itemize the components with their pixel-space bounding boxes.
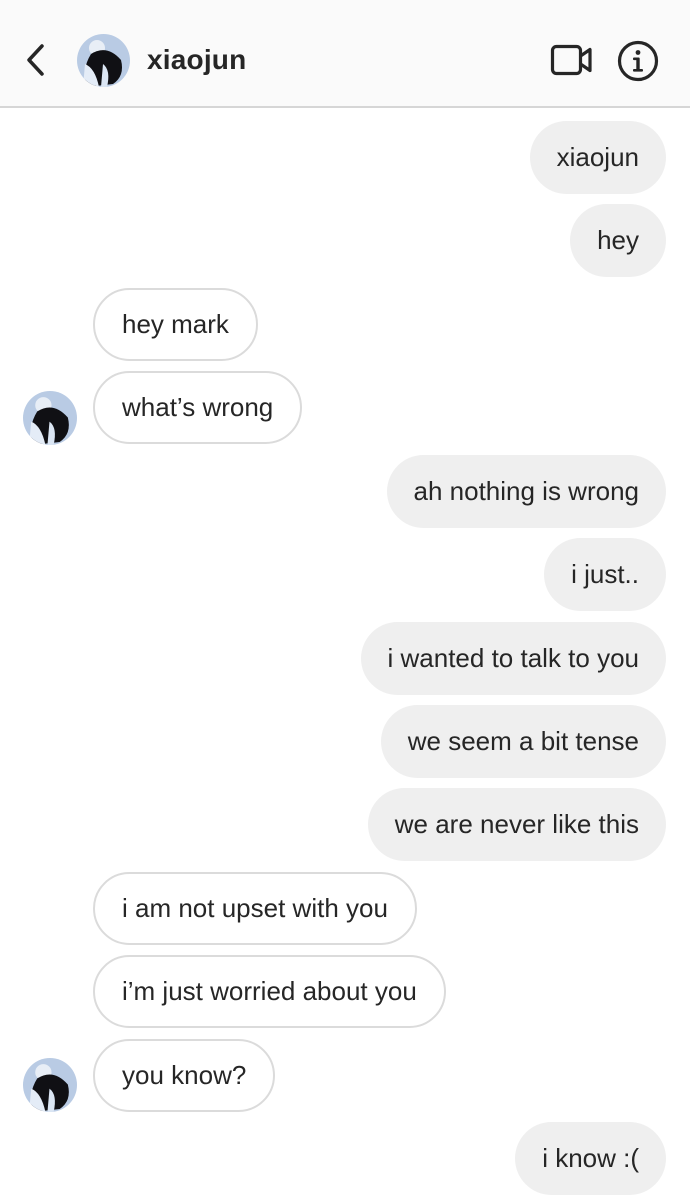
- avatar-photo: [77, 34, 130, 87]
- avatar-photo: [23, 1058, 77, 1112]
- message-bubble-incoming[interactable]: what’s wrong: [93, 371, 303, 444]
- message-bubble-outgoing[interactable]: i just..: [544, 538, 666, 611]
- message-bubble-incoming[interactable]: you know?: [93, 1039, 276, 1112]
- message-bubble-incoming[interactable]: i am not upset with you: [93, 872, 417, 945]
- message-bubble-outgoing[interactable]: ah nothing is wrong: [386, 455, 666, 528]
- message-thread[interactable]: xiaojun hey hey mark what’s wrong ah not…: [0, 110, 690, 1200]
- message-bubble-incoming[interactable]: hey mark: [93, 288, 258, 361]
- message-bubble-outgoing[interactable]: we are never like this: [367, 788, 666, 861]
- chevron-left-icon: [27, 44, 44, 76]
- video-call-button[interactable]: [550, 42, 594, 78]
- sender-avatar[interactable]: [23, 1058, 77, 1112]
- info-icon: [617, 40, 659, 82]
- message-bubble-outgoing[interactable]: xiaojun: [529, 121, 666, 194]
- chat-header: xiaojun: [0, 0, 690, 108]
- sender-avatar[interactable]: [23, 391, 77, 445]
- info-button[interactable]: [617, 40, 659, 82]
- message-bubble-incoming[interactable]: i’m just worried about you: [93, 955, 446, 1028]
- message-bubble-outgoing[interactable]: i know :(: [515, 1122, 666, 1195]
- contact-avatar[interactable]: [77, 34, 130, 87]
- contact-name[interactable]: xiaojun: [147, 44, 246, 76]
- avatar-photo: [23, 391, 77, 445]
- message-bubble-outgoing[interactable]: we seem a bit tense: [380, 705, 666, 778]
- back-button[interactable]: [22, 40, 52, 80]
- video-camera-icon: [550, 44, 592, 76]
- message-bubble-outgoing[interactable]: i wanted to talk to you: [360, 622, 666, 695]
- message-bubble-outgoing[interactable]: hey: [570, 204, 666, 277]
